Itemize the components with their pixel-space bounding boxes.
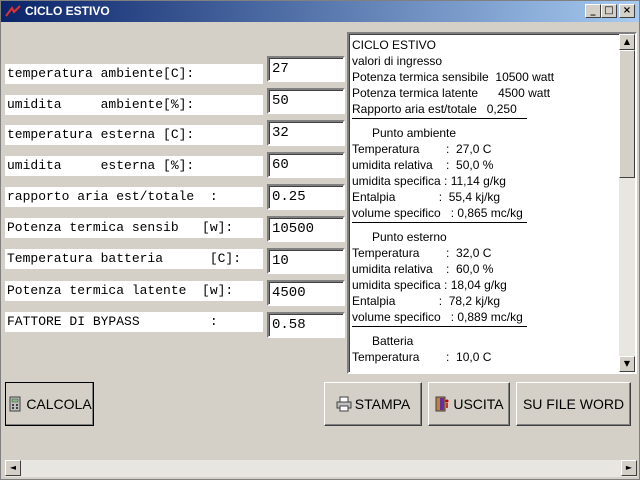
results-line: umidita specifica : 18,04 g/kg <box>352 278 507 292</box>
results-line: Potenza termica latente 4500 watt <box>352 86 551 100</box>
results-line: Batteria <box>352 334 414 348</box>
calcola-button[interactable]: CALCOLA <box>5 382 94 426</box>
input-potenza-latente[interactable]: 4500 <box>267 280 345 306</box>
results-separator <box>352 117 620 125</box>
app-window: CICLO ESTIVO _ □ × temperatura ambiente[… <box>0 0 640 480</box>
label-fattore-bypass: FATTORE DI BYPASS : <box>5 312 263 332</box>
close-button[interactable]: × <box>619 4 635 18</box>
input-temperatura-ambiente[interactable]: 27 <box>267 56 345 82</box>
scroll-up-button[interactable]: ▲ <box>619 34 635 50</box>
results-line: Rapporto aria est/totale 0,250 <box>352 102 517 116</box>
results-line: Temperatura : 32,0 C <box>352 246 492 260</box>
results-line: Entalpia : 55,4 kj/kg <box>352 190 501 204</box>
su-file-word-button[interactable]: SU FILE WORD <box>516 382 631 426</box>
input-rapporto-aria[interactable]: 0.25 <box>267 184 345 210</box>
results-line: Punto esterno <box>352 230 447 244</box>
stampa-label: STAMPA <box>354 396 411 412</box>
maximize-button[interactable]: □ <box>601 4 617 18</box>
input-umidita-esterna[interactable]: 60 <box>267 152 345 178</box>
label-temperatura-esterna: temperatura esterna [C]: <box>5 125 263 145</box>
window-title: CICLO ESTIVO <box>25 4 110 18</box>
calculator-icon <box>9 396 21 412</box>
input-umidita-ambiente[interactable]: 50 <box>267 88 345 114</box>
label-temperatura-batteria: Temperatura batteria [C]: <box>5 249 263 269</box>
label-umidita-esterna: umidita esterna [%]: <box>5 156 263 176</box>
exit-door-icon <box>435 396 449 412</box>
scroll-down-button[interactable]: ▼ <box>619 356 635 372</box>
results-line: CICLO ESTIVO <box>352 38 437 52</box>
scroll-left-button[interactable]: ◄ <box>5 460 21 476</box>
input-potenza-sensibile[interactable]: 10500 <box>267 216 345 242</box>
horizontal-scrollbar[interactable]: ◄ ► <box>5 460 637 477</box>
results-line: umidita relativa : 50,0 % <box>352 158 494 172</box>
scroll-thumb[interactable] <box>619 50 635 178</box>
results-separator <box>352 221 620 229</box>
results-line: Entalpia : 78,2 kj/kg <box>352 294 501 308</box>
label-temperatura-ambiente: temperatura ambiente[C]: <box>5 64 263 84</box>
scroll-right-button[interactable]: ► <box>621 460 637 476</box>
calcola-label: CALCOLA <box>26 396 92 412</box>
results-line: Punto ambiente <box>352 126 457 140</box>
app-icon <box>5 5 21 17</box>
uscita-label: USCITA <box>453 396 504 412</box>
printer-icon <box>336 396 352 412</box>
label-potenza-latente: Potenza termica latente [w]: <box>5 281 263 301</box>
minimize-button[interactable]: _ <box>585 4 601 18</box>
results-line: umidita specifica : 11,14 g/kg <box>352 174 506 188</box>
results-line: Temperatura : 10,0 C <box>352 350 492 364</box>
results-line: volume specifico : 0,865 mc/kg <box>352 206 523 220</box>
results-line: volume specifico : 0,889 mc/kg <box>352 310 523 324</box>
results-line: Potenza termica sensibile 10500 watt <box>352 70 555 84</box>
input-temperatura-esterna[interactable]: 32 <box>267 120 345 146</box>
results-textarea[interactable]: CICLO ESTIVO valori di ingresso Potenza te… <box>347 32 637 374</box>
input-temperatura-batteria[interactable]: 10 <box>267 248 345 274</box>
title-bar[interactable]: CICLO ESTIVO _ □ × <box>1 1 639 22</box>
su-file-word-label: SU FILE WORD <box>522 396 625 412</box>
results-line: Temperatura : 27,0 C <box>352 142 492 156</box>
results-text: CICLO ESTIVO valori di ingresso Potenza te… <box>352 37 620 365</box>
results-line: umidita relativa : 60,0 % <box>352 262 494 276</box>
stampa-button[interactable]: STAMPA <box>324 382 422 426</box>
label-rapporto-aria: rapporto aria est/totale : <box>5 187 263 207</box>
results-line: valori di ingresso <box>352 54 443 68</box>
label-potenza-sensibile: Potenza termica sensib [w]: <box>5 218 263 238</box>
input-fattore-bypass[interactable]: 0.58 <box>267 312 345 338</box>
uscita-button[interactable]: USCITA <box>428 382 510 426</box>
label-umidita-ambiente: umidita ambiente[%]: <box>5 95 263 115</box>
results-vertical-scrollbar[interactable]: ▲ ▼ <box>619 34 635 372</box>
results-separator <box>352 325 620 333</box>
